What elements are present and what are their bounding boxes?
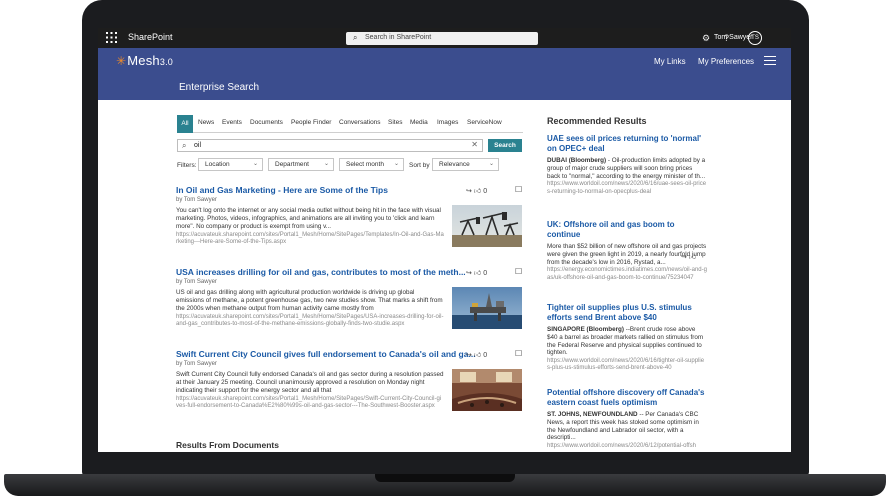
tab-conversations[interactable]: Conversations bbox=[339, 119, 381, 126]
hamburger-menu-icon[interactable] bbox=[764, 56, 776, 65]
thumbs-up-icon[interactable]: 👍︎ bbox=[474, 268, 481, 277]
waffle-icon[interactable] bbox=[106, 32, 118, 44]
recommended-description: ST. JOHNS, NEWFOUNDLAND -- Per Canada's … bbox=[547, 411, 699, 442]
result-description: Swift Current City Council fully endorse… bbox=[176, 371, 444, 394]
result-author: by Tom Sawyer bbox=[176, 361, 217, 367]
mesh-logo[interactable]: ✳Mesh3.0 bbox=[116, 53, 173, 68]
recommended-heading: Recommended Results bbox=[547, 116, 647, 126]
page-title: Enterprise Search bbox=[179, 82, 260, 93]
recommended-url[interactable]: https://www.worldoil.com/news/2020/6/16/… bbox=[547, 181, 707, 196]
share-icon[interactable]: ↪ bbox=[466, 187, 472, 195]
result-thumbnail-offshore-rig[interactable] bbox=[452, 287, 522, 329]
tab-media[interactable]: Media bbox=[410, 119, 428, 126]
bookmark-icon[interactable]: ☐ bbox=[515, 267, 522, 276]
laptop-notch bbox=[375, 474, 515, 482]
result-thumbnail-council-chamber[interactable] bbox=[452, 369, 522, 411]
tab-events[interactable]: Events bbox=[222, 119, 242, 126]
search-query: oil bbox=[194, 142, 202, 149]
recommended-description: DUBAI (Bloomberg) - Oil-production limit… bbox=[547, 157, 706, 180]
recommended-url[interactable]: https://www.worldoil.com/news/2020/6/12/… bbox=[547, 443, 707, 450]
tab-sites[interactable]: Sites bbox=[388, 119, 402, 126]
sharepoint-search-box[interactable]: ⌕ Search in SharePoint bbox=[346, 32, 538, 45]
search-icon: ⌕ bbox=[182, 141, 187, 150]
nav-my-links[interactable]: My Links bbox=[654, 57, 686, 66]
sort-label: Sort by bbox=[409, 162, 430, 169]
chevron-down-icon: ⌄ bbox=[488, 161, 494, 167]
like-count: 0 bbox=[483, 270, 488, 277]
recommended-title[interactable]: UK: Offshore oil and gas boom to continu… bbox=[547, 220, 707, 240]
screen: SharePoint ⌕ Search in SharePoint ⚙ ? ? … bbox=[98, 28, 791, 452]
search-tabs: All News Events Documents People Finder … bbox=[177, 115, 523, 133]
search-input[interactable]: ⌕ oil ✕ bbox=[177, 139, 483, 152]
search-button[interactable]: Search bbox=[488, 139, 522, 152]
title-bar: Enterprise Search bbox=[98, 74, 791, 100]
sort-dropdown[interactable]: Relevance ⌄ bbox=[432, 158, 499, 171]
result-thumbnail-oil-pumps[interactable] bbox=[452, 205, 522, 247]
result-title[interactable]: Swift Current City Council gives full en… bbox=[176, 349, 476, 359]
nav-my-preferences[interactable]: My Preferences bbox=[698, 57, 754, 66]
chevron-down-icon: ⌄ bbox=[252, 161, 258, 167]
recommended-item: UAE sees oil prices returning to 'normal… bbox=[547, 134, 707, 196]
thumbs-up-icon[interactable]: 👍︎ bbox=[689, 254, 696, 261]
sharepoint-suite-bar: SharePoint ⌕ Search in SharePoint ⚙ ? ? … bbox=[98, 28, 791, 48]
thumbs-up-icon[interactable]: 👍︎ bbox=[474, 186, 481, 195]
mesh-header: ✳Mesh3.0 My Links My Preferences bbox=[98, 48, 791, 74]
month-dropdown[interactable]: Select month ⌄ bbox=[339, 158, 404, 171]
thumbs-up-icon[interactable]: 👍︎ bbox=[474, 350, 481, 359]
recommended-url[interactable]: https://energy.economictimes.indiatimes.… bbox=[547, 267, 707, 282]
chevron-down-icon: ⌄ bbox=[323, 161, 329, 167]
recommended-item: Tighter oil supplies plus U.S. stimulus … bbox=[547, 303, 707, 373]
user-name[interactable]: Tom Sawyer bbox=[714, 34, 753, 41]
recommended-url[interactable]: https://www.worldoil.com/news/2020/6/16/… bbox=[547, 358, 707, 373]
tab-servicenow[interactable]: ServiceNow bbox=[467, 119, 502, 126]
gear-icon[interactable]: ⚙ bbox=[702, 33, 710, 43]
recommended-item: Potential offshore discovery off Canada'… bbox=[547, 388, 707, 450]
tab-news[interactable]: News bbox=[198, 119, 214, 126]
sharepoint-search-placeholder: Search in SharePoint bbox=[365, 34, 432, 41]
recommended-item: UK: Offshore oil and gas boom to continu… bbox=[547, 220, 707, 282]
recommended-title[interactable]: Potential offshore discovery off Canada'… bbox=[547, 388, 707, 408]
tab-documents[interactable]: Documents bbox=[250, 119, 283, 126]
documents-heading: Results From Documents bbox=[176, 440, 279, 450]
location-dropdown[interactable]: Location ⌄ bbox=[198, 158, 263, 171]
result-url[interactable]: https://acuvateuk.sharepoint.com/sites/P… bbox=[176, 396, 444, 410]
result-author: by Tom Sawyer bbox=[176, 279, 217, 285]
filters-label: Filters: bbox=[177, 162, 197, 169]
result-author: by Tom Sawyer bbox=[176, 197, 217, 203]
result-title[interactable]: USA increases drilling for oil and gas, … bbox=[176, 267, 466, 277]
laptop-frame: SharePoint ⌕ Search in SharePoint ⚙ ? ? … bbox=[0, 0, 890, 500]
share-icon[interactable]: ↪ bbox=[681, 254, 687, 261]
logo-star-icon: ✳ bbox=[116, 54, 127, 68]
result-description: You can't log onto the internet or any s… bbox=[176, 207, 441, 230]
recommended-title[interactable]: UAE sees oil prices returning to 'normal… bbox=[547, 134, 707, 154]
result-url[interactable]: https://acuvateuk.sharepoint.com/sites/P… bbox=[176, 232, 444, 246]
result-url[interactable]: https://acuvateuk.sharepoint.com/sites/P… bbox=[176, 314, 444, 328]
department-dropdown[interactable]: Department ⌄ bbox=[268, 158, 334, 171]
like-count: 0 bbox=[483, 188, 488, 195]
share-icon[interactable]: ↪ bbox=[466, 269, 472, 277]
bookmark-icon[interactable]: ☐ bbox=[515, 185, 522, 194]
recommended-title[interactable]: Tighter oil supplies plus U.S. stimulus … bbox=[547, 303, 707, 323]
clear-icon[interactable]: ✕ bbox=[471, 140, 478, 149]
result-actions: ↪ 👍︎ 0 bbox=[466, 268, 489, 277]
recommended-actions: ↪ 👍︎ bbox=[681, 252, 696, 261]
bookmark-icon[interactable]: ☐ bbox=[515, 349, 522, 358]
chevron-down-icon: ⌄ bbox=[393, 161, 399, 167]
share-icon[interactable]: ↪ bbox=[466, 351, 472, 359]
avatar[interactable]: TS bbox=[748, 31, 762, 45]
app-name[interactable]: SharePoint bbox=[128, 32, 173, 42]
result-description: US oil and gas drilling along with agric… bbox=[176, 289, 443, 312]
like-count: 0 bbox=[483, 352, 488, 359]
search-icon: ⌕ bbox=[353, 33, 358, 42]
result-actions: ↪ 👍︎ 0 bbox=[466, 186, 489, 195]
tab-all[interactable]: All bbox=[177, 115, 193, 133]
recommended-description: SINGAPORE (Bloomberg) --Brent crude rose… bbox=[547, 326, 704, 357]
result-actions: ↪ 👍︎ 0 bbox=[466, 350, 489, 359]
result-title[interactable]: In Oil and Gas Marketing - Here are Some… bbox=[176, 185, 388, 195]
tab-people-finder[interactable]: People Finder bbox=[291, 119, 331, 126]
tab-images[interactable]: Images bbox=[437, 119, 458, 126]
